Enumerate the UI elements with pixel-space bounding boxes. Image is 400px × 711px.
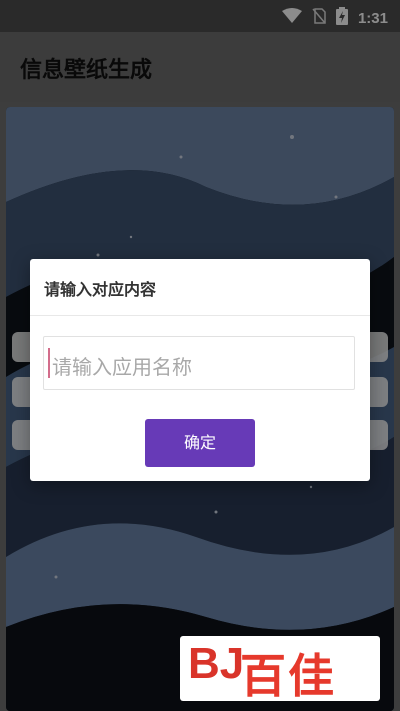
watermark-text: 百佳 [240, 649, 336, 703]
watermark-logo: BJ 百佳 [180, 636, 380, 703]
app-name-placeholder: 请输入应用名称 [52, 355, 192, 379]
watermark-mark: BJ [188, 639, 245, 688]
dialog-title: 请输入对应内容 [44, 280, 157, 299]
dialog-divider [30, 315, 370, 316]
confirm-button[interactable]: 确定 [145, 419, 255, 467]
input-dialog: 请输入对应内容 请输入应用名称 确定 [30, 259, 370, 481]
app-name-input[interactable]: 请输入应用名称 [43, 336, 355, 390]
text-cursor [48, 348, 50, 378]
